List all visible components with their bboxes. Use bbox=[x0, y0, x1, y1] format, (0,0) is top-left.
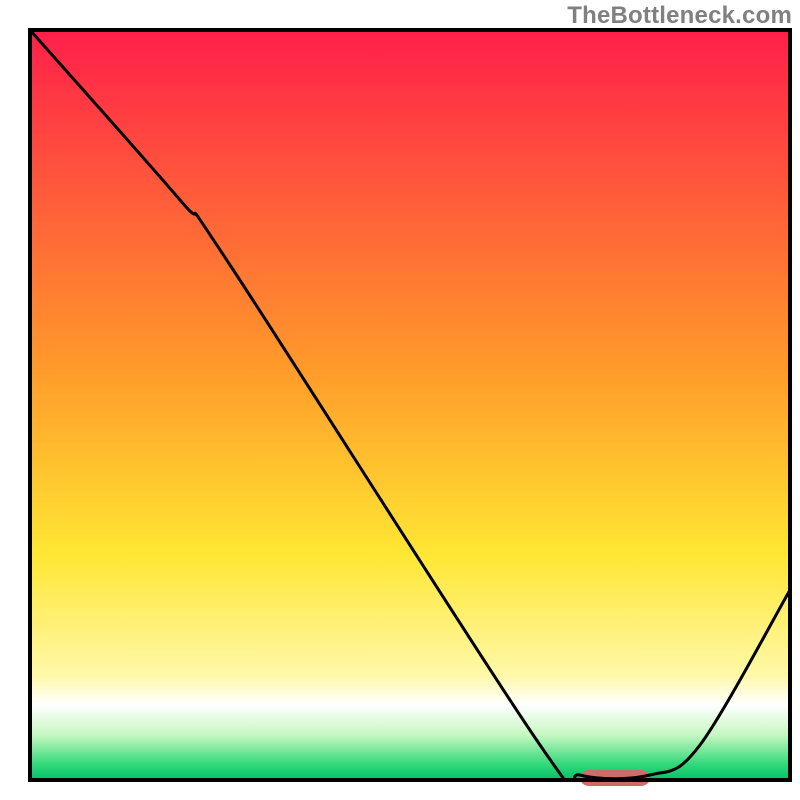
chart-background bbox=[30, 30, 790, 780]
chart-svg bbox=[0, 0, 800, 800]
chart-canvas: TheBottleneck.com bbox=[0, 0, 800, 800]
watermark-text: TheBottleneck.com bbox=[567, 2, 792, 30]
